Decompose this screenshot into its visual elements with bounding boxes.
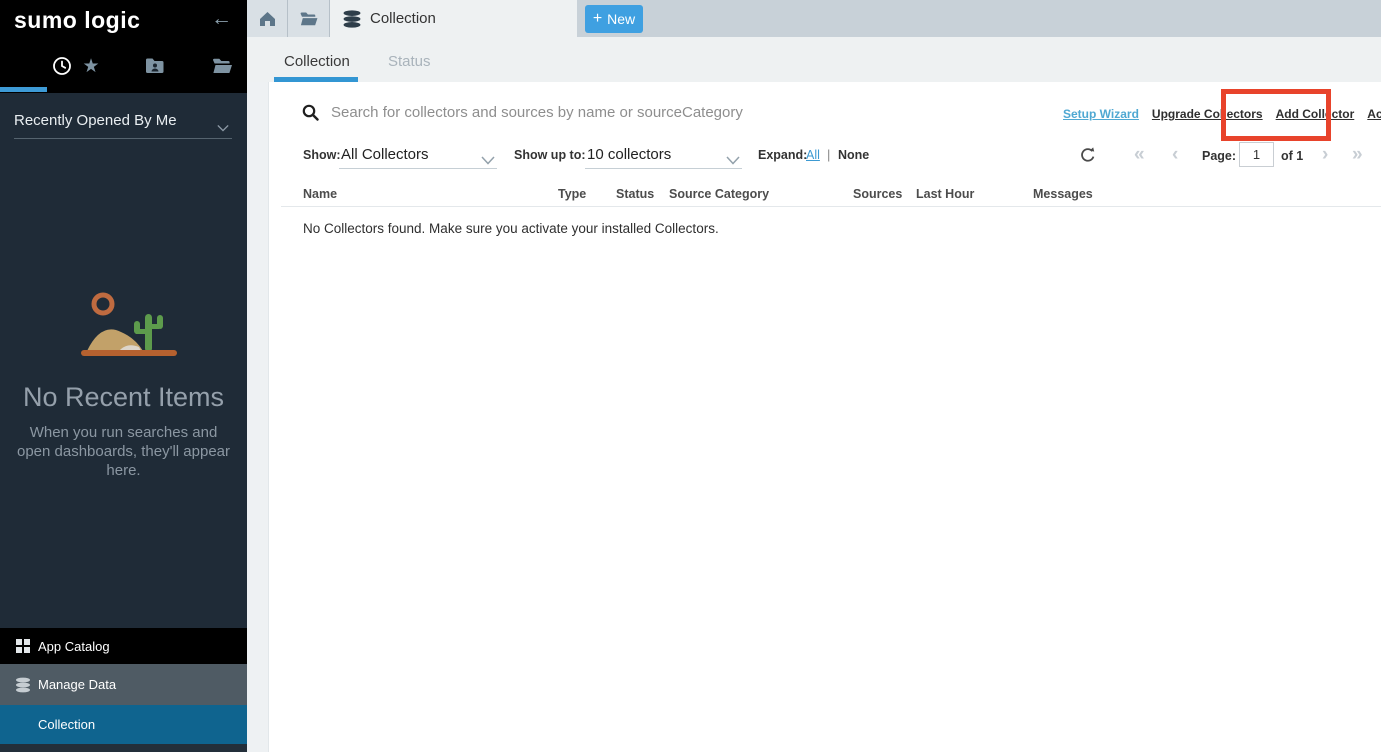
show-filter-dropdown[interactable]: All Collectors bbox=[339, 143, 497, 169]
column-header-name[interactable]: Name bbox=[303, 187, 337, 201]
access-keys-link[interactable]: Access Keys bbox=[1367, 107, 1381, 121]
tab-collection[interactable]: Collection bbox=[330, 0, 577, 37]
shared-folder-icon[interactable] bbox=[143, 54, 167, 78]
column-header-messages[interactable]: Messages bbox=[1033, 187, 1093, 201]
sidebar-item-label: Manage Data bbox=[38, 677, 116, 692]
table-header-divider bbox=[281, 206, 1381, 207]
expand-label: Expand: bbox=[758, 148, 807, 162]
sidebar-item-manage-data[interactable]: Manage Data bbox=[0, 664, 247, 705]
page-label: Page: bbox=[1202, 149, 1236, 163]
open-folder-icon bbox=[212, 57, 233, 75]
no-recent-items-caption: When you run searches and open dashboard… bbox=[14, 423, 233, 480]
recent-clock-icon[interactable] bbox=[50, 54, 74, 78]
expand-none-link[interactable]: None bbox=[838, 148, 869, 162]
recently-opened-dropdown[interactable]: Recently Opened By Me bbox=[14, 112, 232, 139]
search-icon[interactable] bbox=[302, 104, 319, 126]
show-label: Show: bbox=[303, 148, 341, 162]
ground bbox=[81, 350, 177, 356]
plus-icon: + bbox=[593, 10, 602, 28]
separator: | bbox=[827, 147, 830, 162]
column-header-sources[interactable]: Sources bbox=[853, 187, 902, 201]
prev-page-icon[interactable]: ‹ bbox=[1172, 144, 1178, 166]
sidebar-item-app-catalog[interactable]: App Catalog bbox=[0, 628, 247, 664]
database-icon bbox=[343, 10, 361, 28]
sidebar-item-label: Collection bbox=[38, 717, 95, 732]
clock-icon bbox=[52, 56, 72, 76]
expand-all-link[interactable]: All bbox=[806, 148, 820, 162]
setup-wizard-link[interactable]: Setup Wizard bbox=[1063, 107, 1139, 121]
new-button-label: New bbox=[607, 11, 635, 27]
recently-opened-label: Recently Opened By Me bbox=[14, 112, 177, 129]
chevron-down-icon bbox=[481, 152, 495, 170]
favorites-star-icon[interactable]: ★ bbox=[79, 54, 103, 78]
column-header-source-category[interactable]: Source Category bbox=[669, 187, 769, 201]
last-page-icon[interactable]: » bbox=[1352, 144, 1363, 166]
column-header-last-hour[interactable]: Last Hour bbox=[916, 187, 974, 201]
limit-value: 10 collectors bbox=[587, 146, 671, 163]
open-folder-icon bbox=[299, 11, 319, 27]
main-content bbox=[247, 82, 1381, 752]
refresh-icon[interactable] bbox=[1080, 147, 1096, 168]
sidebar: sumo logic ← ★ Recently Opened By Me bbox=[0, 0, 247, 752]
upgrade-collectors-link[interactable]: Upgrade Collectors bbox=[1152, 107, 1263, 121]
sun-icon bbox=[94, 295, 112, 313]
sidebar-item-label: App Catalog bbox=[38, 639, 110, 654]
toolbar-links: Setup Wizard Upgrade Collectors Add Coll… bbox=[1063, 107, 1381, 121]
library-folder-icon[interactable] bbox=[210, 54, 234, 78]
collapse-sidebar-icon[interactable]: ← bbox=[211, 7, 232, 31]
sidebar-header: sumo logic ← ★ bbox=[0, 0, 247, 93]
page-of-label: of 1 bbox=[1281, 149, 1303, 163]
first-page-icon[interactable]: « bbox=[1134, 144, 1145, 166]
column-header-type[interactable]: Type bbox=[558, 187, 586, 201]
add-collector-link[interactable]: Add Collector bbox=[1276, 107, 1355, 121]
new-button[interactable]: + New bbox=[585, 5, 643, 33]
show-up-to-label: Show up to: bbox=[514, 148, 586, 162]
no-recent-items-title: No Recent Items bbox=[0, 382, 247, 413]
home-icon bbox=[259, 11, 276, 27]
chevron-down-icon bbox=[217, 119, 229, 136]
scrollbar-gutter[interactable] bbox=[247, 82, 269, 752]
subtab-status[interactable]: Status bbox=[388, 53, 431, 70]
column-header-status[interactable]: Status bbox=[616, 187, 654, 201]
subtab-collection[interactable]: Collection bbox=[284, 53, 350, 70]
next-page-icon[interactable]: › bbox=[1322, 144, 1328, 166]
tab-label: Collection bbox=[370, 10, 436, 27]
home-button[interactable] bbox=[247, 0, 288, 37]
limit-dropdown[interactable]: 10 collectors bbox=[585, 143, 742, 169]
sidebar-item-collection[interactable]: Collection bbox=[0, 705, 247, 744]
database-icon bbox=[14, 676, 32, 694]
sidebar-footer-spacer bbox=[0, 744, 247, 752]
show-filter-value: All Collectors bbox=[341, 146, 429, 163]
page-number-input[interactable] bbox=[1239, 142, 1274, 167]
empty-table-message: No Collectors found. Make sure you activ… bbox=[303, 221, 719, 236]
chevron-down-icon bbox=[726, 152, 740, 170]
sumo-logic-logo: sumo logic bbox=[14, 7, 140, 34]
grid-icon bbox=[14, 637, 32, 655]
desert-illustration bbox=[75, 290, 185, 367]
library-button[interactable] bbox=[288, 0, 330, 37]
folder-person-icon bbox=[145, 57, 165, 75]
search-input[interactable] bbox=[331, 98, 971, 126]
rail-active-indicator bbox=[0, 87, 47, 92]
